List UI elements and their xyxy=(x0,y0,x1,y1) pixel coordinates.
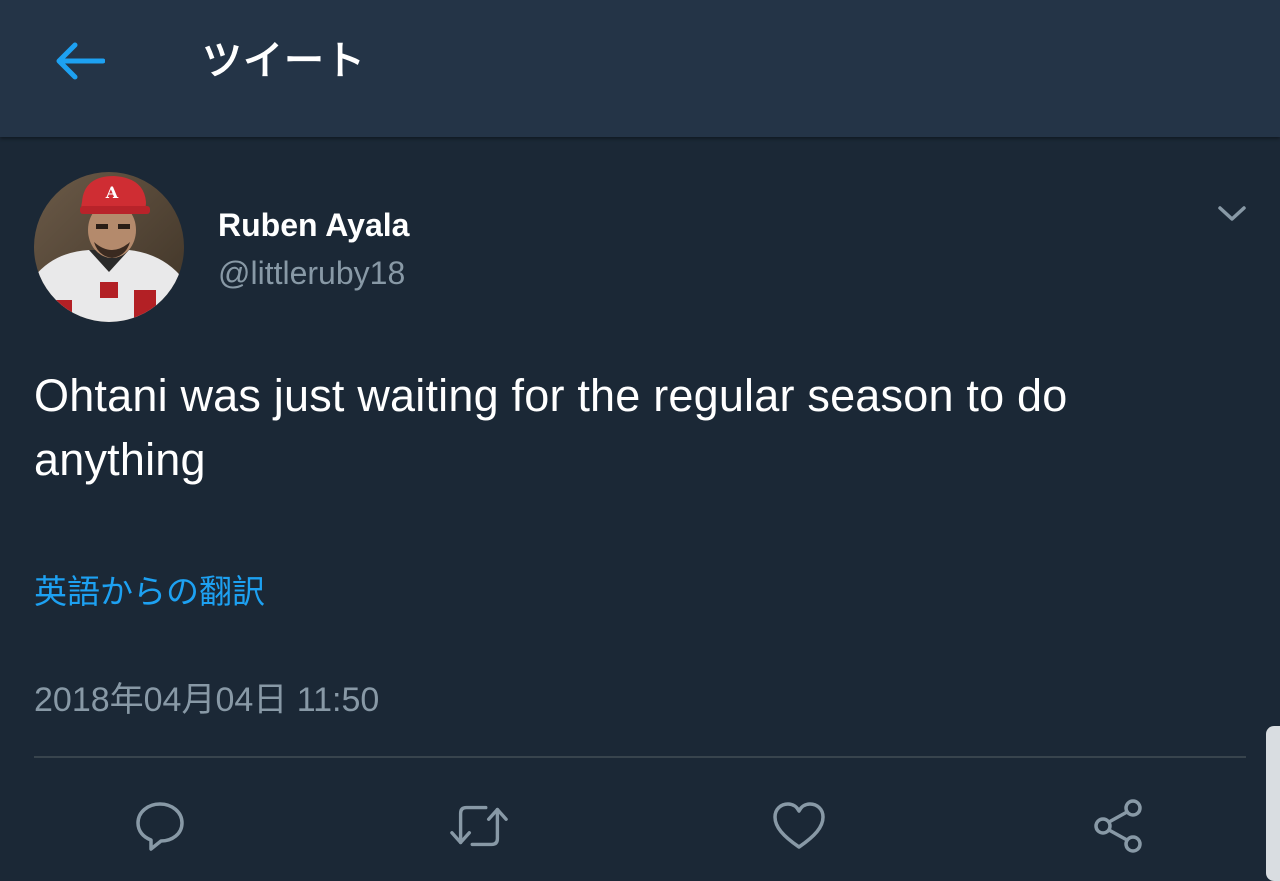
page-title: ツイート xyxy=(202,39,366,83)
reply-icon xyxy=(136,802,184,851)
chevron-down-icon xyxy=(1218,206,1246,221)
tweet-detail-screen: ツイート A Ruben Ayala @littleruby18 Ohtani … xyxy=(0,0,1280,881)
retweet-button[interactable] xyxy=(449,796,509,856)
tweet-options-button[interactable] xyxy=(1212,196,1252,232)
svg-text:A: A xyxy=(105,183,119,202)
retweet-icon xyxy=(450,805,508,847)
arrow-left-icon xyxy=(56,42,105,80)
divider xyxy=(34,756,1246,758)
avatar[interactable]: A xyxy=(34,172,184,322)
like-button[interactable] xyxy=(769,796,829,856)
reply-button[interactable] xyxy=(130,796,190,856)
share-icon xyxy=(1094,799,1142,853)
author-name[interactable]: Ruben Ayala xyxy=(218,205,409,245)
top-bar: ツイート xyxy=(0,0,1280,137)
tweet-timestamp: 2018年04月04日 11:50 xyxy=(34,681,380,719)
back-button[interactable] xyxy=(48,36,110,86)
tweet-text: Ohtani was just waiting for the regular … xyxy=(34,370,1068,485)
author-handle[interactable]: @littleruby18 xyxy=(218,253,405,293)
share-button[interactable] xyxy=(1089,796,1149,856)
translate-link[interactable]: 英語からの翻訳 xyxy=(34,572,265,612)
heart-icon xyxy=(773,802,825,849)
scrollbar[interactable] xyxy=(1266,726,1280,881)
